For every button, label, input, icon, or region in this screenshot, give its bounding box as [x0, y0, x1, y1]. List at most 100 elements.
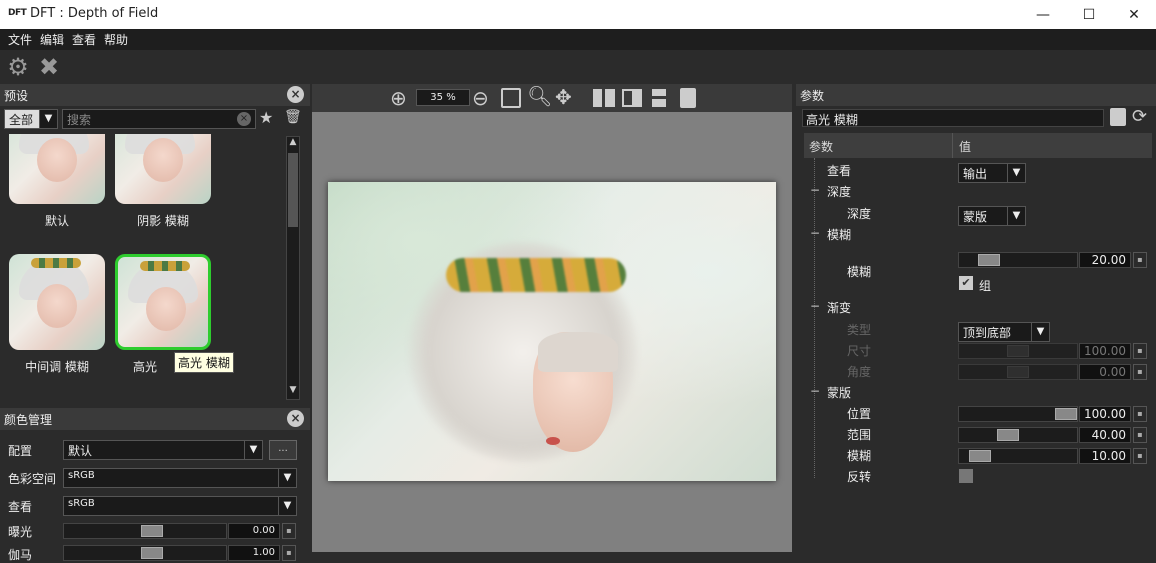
- scroll-thumb[interactable]: [288, 153, 298, 227]
- preset-filter-select[interactable]: 全部 ▼: [4, 109, 58, 129]
- minimize-button[interactable]: —: [1020, 0, 1066, 29]
- colorspace-select[interactable]: sRGB ▼: [63, 468, 297, 488]
- param-mask-blur-knob[interactable]: [969, 450, 991, 462]
- maximize-button[interactable]: ☐: [1066, 0, 1112, 29]
- single-view-icon[interactable]: [680, 88, 696, 108]
- save-document-icon[interactable]: [1110, 108, 1126, 126]
- gamma-label: 伽马: [8, 548, 33, 562]
- presets-close-icon[interactable]: ×: [287, 86, 304, 103]
- param-size-knob[interactable]: [1007, 345, 1029, 357]
- param-position-slider[interactable]: [958, 406, 1078, 422]
- param-angle-label: 角度: [847, 365, 872, 379]
- param-view-select[interactable]: 输出 ▼: [958, 163, 1026, 183]
- preset-scrollbar[interactable]: ▲ ▼: [286, 136, 300, 400]
- param-blur-slider[interactable]: [958, 252, 1078, 268]
- preset-thumb-midtone-blur[interactable]: [9, 254, 105, 350]
- param-mask-blur-slider[interactable]: [958, 448, 1078, 464]
- param-position-knob[interactable]: [1055, 408, 1077, 420]
- config-select[interactable]: 默认 ▼: [63, 440, 263, 460]
- param-range-value[interactable]: 40.00: [1079, 427, 1131, 443]
- menu-file[interactable]: 文件: [6, 31, 34, 48]
- image-viewer[interactable]: [312, 112, 792, 552]
- param-position-value[interactable]: 100.00: [1079, 406, 1131, 422]
- col-param-header: 参数: [809, 140, 834, 154]
- preset-name-field[interactable]: 高光 模糊: [802, 109, 1104, 127]
- preset-filter-value: 全部: [9, 113, 34, 127]
- image-lips: [546, 437, 560, 445]
- preview-image: [328, 182, 776, 481]
- view-select[interactable]: sRGB ▼: [63, 496, 297, 516]
- param-depth-select[interactable]: 蒙版 ▼: [958, 206, 1026, 226]
- section-gradient-label: 渐变: [827, 301, 852, 315]
- stack-view-icon[interactable]: [652, 89, 666, 107]
- param-invert-label: 反转: [847, 470, 872, 484]
- config-value: 默认: [68, 444, 93, 458]
- split-view-icon[interactable]: [593, 89, 615, 107]
- settings-gear-icon[interactable]: ⚙: [4, 53, 32, 81]
- presets-panel-header: 预设 ×: [0, 84, 310, 106]
- param-blur-spin-icon[interactable]: ▪: [1133, 252, 1147, 268]
- collapse-gradient-icon[interactable]: −: [810, 299, 820, 313]
- param-size-slider[interactable]: [958, 343, 1078, 359]
- color-close-icon[interactable]: ×: [287, 410, 304, 427]
- param-position-spin-icon[interactable]: ▪: [1133, 406, 1147, 422]
- view-label: 查看: [8, 500, 33, 514]
- pan-move-icon[interactable]: ✥: [555, 85, 572, 109]
- param-size-value[interactable]: 100.00: [1079, 343, 1131, 359]
- param-type-label: 类型: [847, 323, 872, 337]
- scroll-down-icon[interactable]: ▼: [287, 385, 299, 399]
- gamma-knob[interactable]: [141, 547, 163, 559]
- exposure-knob[interactable]: [141, 525, 163, 537]
- collapse-mask-icon[interactable]: −: [810, 384, 820, 398]
- section-mask-label: 蒙版: [827, 386, 852, 400]
- config-more-button[interactable]: ...: [269, 440, 297, 460]
- group-checkbox[interactable]: ✔: [959, 276, 973, 290]
- title-bar: DFT DFT : Depth of Field — ☐ ✕: [0, 0, 1156, 29]
- gamma-spin-icon[interactable]: ▪: [282, 545, 296, 561]
- param-angle-spin-icon[interactable]: ▪: [1133, 364, 1147, 380]
- param-mask-blur-spin-icon[interactable]: ▪: [1133, 448, 1147, 464]
- fit-view-icon[interactable]: [501, 88, 521, 108]
- param-range-spin-icon[interactable]: ▪: [1133, 427, 1147, 443]
- param-type-select[interactable]: 顶到底部 ▼: [958, 322, 1050, 342]
- param-view-label: 查看: [827, 164, 852, 178]
- param-position-label: 位置: [847, 407, 872, 421]
- param-range-knob[interactable]: [997, 429, 1019, 441]
- close-x-icon[interactable]: ✖: [35, 53, 63, 81]
- exposure-value[interactable]: 0.00: [228, 523, 280, 539]
- collapse-depth-icon[interactable]: −: [810, 183, 820, 197]
- exposure-spin-icon[interactable]: ▪: [282, 523, 296, 539]
- color-panel-title: 颜色管理: [4, 413, 53, 427]
- gamma-value[interactable]: 1.00: [228, 545, 280, 561]
- param-blur-knob[interactable]: [978, 254, 1000, 266]
- param-angle-knob[interactable]: [1007, 366, 1029, 378]
- gamma-slider[interactable]: [63, 545, 227, 561]
- param-blur-value[interactable]: 20.00: [1079, 252, 1131, 268]
- close-window-button[interactable]: ✕: [1111, 0, 1156, 29]
- zoom-out-icon[interactable]: ⊖: [472, 86, 489, 110]
- zoom-in-icon[interactable]: ⊕: [390, 86, 407, 110]
- param-angle-value[interactable]: 0.00: [1079, 364, 1131, 380]
- delete-trash-icon[interactable]: 🗑: [284, 109, 302, 125]
- menu-view[interactable]: 查看: [70, 31, 98, 48]
- exposure-slider[interactable]: [63, 523, 227, 539]
- collapse-blur-icon[interactable]: −: [810, 226, 820, 240]
- refresh-icon[interactable]: ⟳: [1132, 106, 1147, 127]
- preset-thumb-shadow-blur[interactable]: [115, 134, 211, 204]
- param-range-slider[interactable]: [958, 427, 1078, 443]
- zoom-level-field[interactable]: 35 %: [416, 89, 470, 106]
- preset-thumb-highlight-blur[interactable]: [115, 254, 211, 350]
- param-angle-slider[interactable]: [958, 364, 1078, 380]
- scroll-up-icon[interactable]: ▲: [287, 137, 299, 151]
- param-mask-blur-value[interactable]: 10.00: [1079, 448, 1131, 464]
- param-size-spin-icon[interactable]: ▪: [1133, 343, 1147, 359]
- clear-search-icon[interactable]: ×: [237, 112, 251, 126]
- invert-checkbox[interactable]: [959, 469, 973, 483]
- favorite-star-icon[interactable]: ★: [259, 108, 273, 127]
- compare-view-icon[interactable]: [622, 89, 642, 107]
- preset-search-input[interactable]: 搜索 ×: [62, 109, 256, 129]
- menu-edit[interactable]: 编辑: [38, 31, 66, 48]
- magnifier-icon[interactable]: 🔍︎: [527, 84, 552, 108]
- menu-help[interactable]: 帮助: [102, 31, 130, 48]
- preset-thumb-default[interactable]: [9, 134, 105, 204]
